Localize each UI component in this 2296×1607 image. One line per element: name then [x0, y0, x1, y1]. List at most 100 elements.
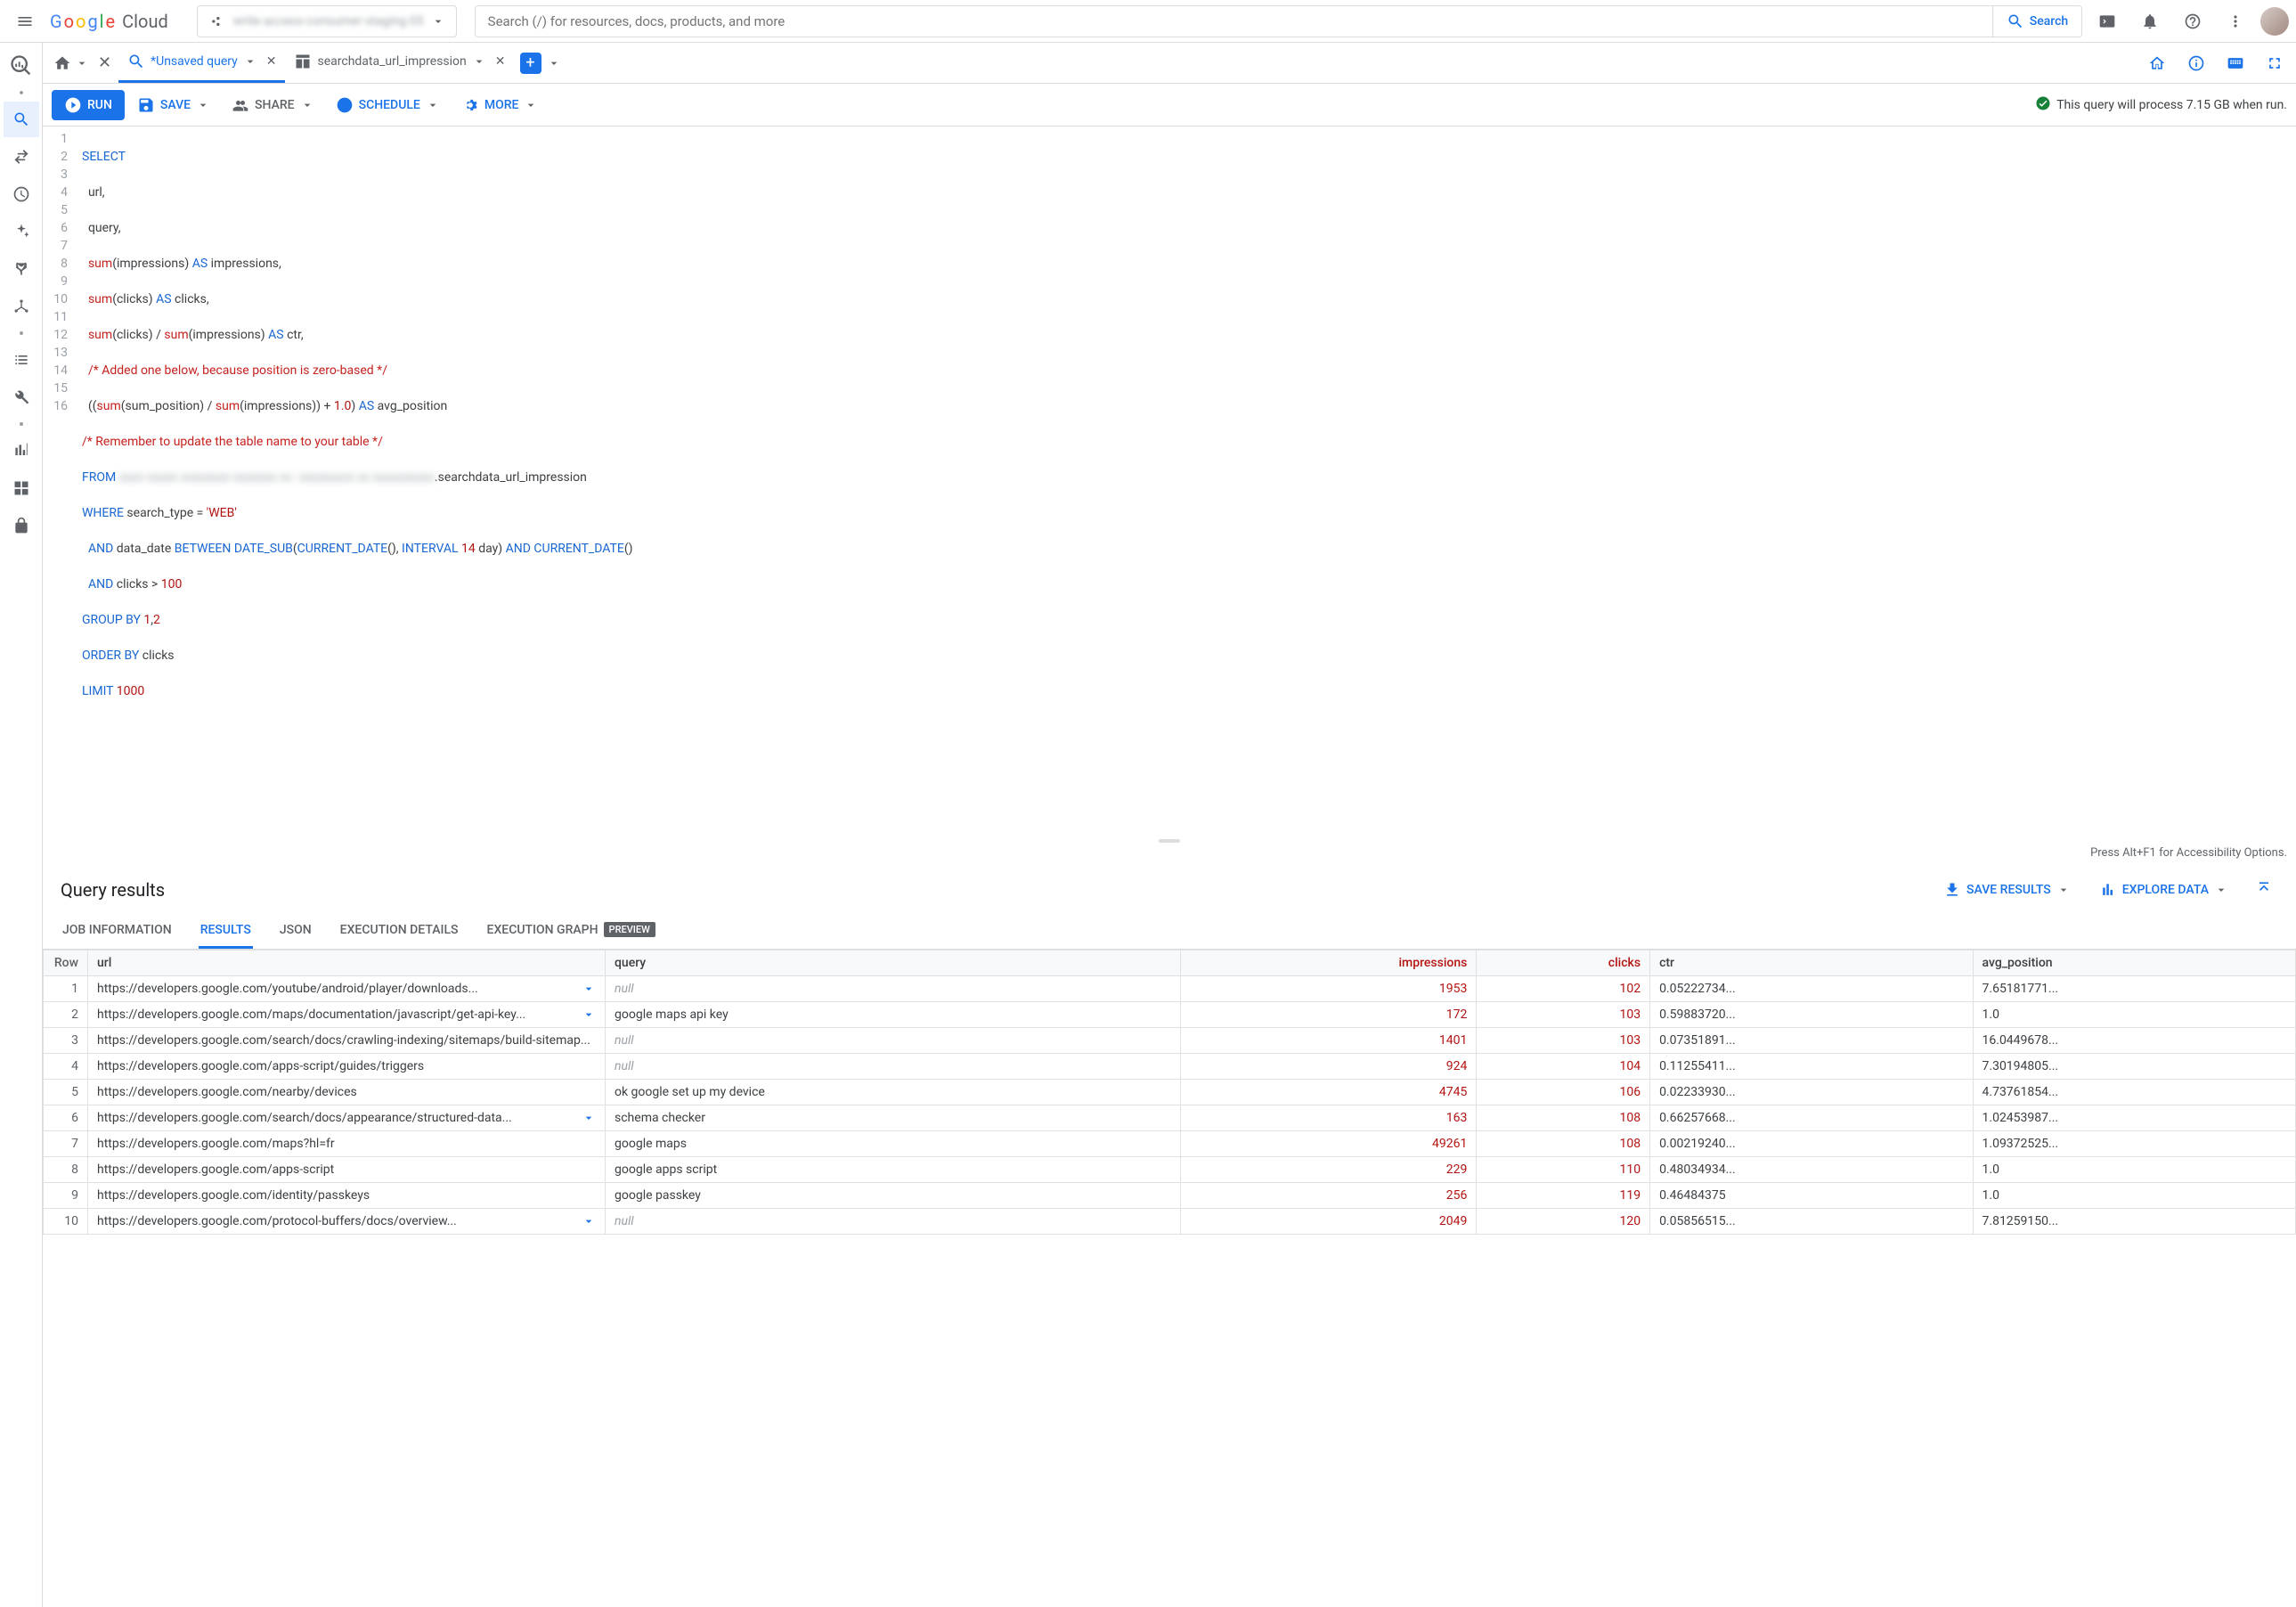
tab-execution-details[interactable]: EXECUTION DETAILS: [338, 913, 460, 949]
cloud-shell-button[interactable]: [2089, 4, 2125, 39]
project-picker[interactable]: write·access·consumer·staging·05: [197, 5, 457, 37]
rail-analytics-hub[interactable]: [4, 214, 39, 249]
rail-dataform[interactable]: [4, 251, 39, 287]
fullscreen-icon: [2266, 54, 2284, 72]
chevron-down-icon: [300, 98, 314, 112]
rail-logs[interactable]: [4, 342, 39, 378]
expand-row-icon[interactable]: [582, 1007, 596, 1022]
share-icon: [232, 96, 249, 114]
rail-reservations[interactable]: [4, 470, 39, 506]
rail-data-transfers[interactable]: [4, 139, 39, 175]
tab-job-info[interactable]: JOB INFORMATION: [61, 913, 174, 949]
tab-json[interactable]: JSON: [278, 913, 313, 949]
tab-home[interactable]: ✕: [46, 43, 118, 83]
cell-url: https://developers.google.com/identity/p…: [88, 1183, 606, 1209]
line-gutter: 12345678910111213141516: [43, 126, 78, 739]
utilities-menu-button[interactable]: [2218, 4, 2253, 39]
search-button[interactable]: Search: [1992, 6, 2081, 37]
row-number: 7: [44, 1131, 88, 1157]
col-clicks[interactable]: clicks: [1477, 950, 1650, 976]
col-ctr[interactable]: ctr: [1650, 950, 1973, 976]
rail-admin[interactable]: [4, 508, 39, 543]
account-avatar[interactable]: [2260, 7, 2289, 36]
row-number: 8: [44, 1157, 88, 1183]
bigquery-icon[interactable]: [4, 48, 39, 84]
results-table: Row url query impressions clicks ctr avg…: [43, 950, 2296, 1235]
query-info-button[interactable]: [2178, 45, 2214, 81]
rail-scheduled-queries[interactable]: [4, 176, 39, 212]
keyboard-shortcuts-button[interactable]: [2218, 45, 2253, 81]
col-url[interactable]: url: [88, 950, 606, 976]
col-avg-position[interactable]: avg_position: [1973, 950, 2295, 976]
cell-impressions: 2049: [1180, 1209, 1477, 1235]
cell-clicks: 120: [1477, 1209, 1650, 1235]
list-icon: [12, 351, 30, 369]
save-icon: [137, 96, 155, 114]
editor-resize-handle[interactable]: [43, 837, 2296, 844]
explore-data-button[interactable]: EXPLORE DATA: [2092, 876, 2235, 904]
cell-impressions: 4745: [1180, 1080, 1477, 1105]
cell-ctr: 0.66257668...: [1650, 1105, 1973, 1131]
cell-avg-position: 1.0: [1973, 1002, 2295, 1028]
cell-clicks: 108: [1477, 1131, 1650, 1157]
new-tab-button[interactable]: +: [520, 53, 541, 74]
cell-query: google maps api key: [606, 1002, 1181, 1028]
tab-unsaved-query[interactable]: *Unsaved query ✕: [118, 43, 285, 83]
cell-impressions: 172: [1180, 1002, 1477, 1028]
cell-query: google apps script: [606, 1157, 1181, 1183]
cell-query: null: [606, 1209, 1181, 1235]
project-dashboard-button[interactable]: [2139, 45, 2175, 81]
code-area[interactable]: SELECT url, query, sum(impressions) AS i…: [78, 126, 2296, 739]
cell-avg-position: 1.02453987...: [1973, 1105, 2295, 1131]
cell-ctr: 0.07351891...: [1650, 1028, 1973, 1054]
expand-row-icon[interactable]: [582, 1214, 596, 1228]
top-header: Google Cloud write·access·consumer·stagi…: [0, 0, 2296, 43]
share-button[interactable]: SHARE: [223, 90, 323, 120]
table-row: 9https://developers.google.com/identity/…: [44, 1183, 2296, 1209]
cell-url: https://developers.google.com/apps-scrip…: [88, 1054, 606, 1080]
chevron-down-icon[interactable]: [547, 56, 561, 70]
play-icon: [64, 96, 82, 114]
close-tab-button[interactable]: ✕: [266, 54, 277, 69]
rail-bi-engine[interactable]: [4, 379, 39, 415]
col-query[interactable]: query: [606, 950, 1181, 976]
sql-editor[interactable]: 12345678910111213141516 SELECT url, quer…: [43, 126, 2296, 739]
close-tab-button[interactable]: ✕: [495, 54, 506, 69]
fullscreen-button[interactable]: [2257, 45, 2292, 81]
results-table-wrap[interactable]: Row url query impressions clicks ctr avg…: [43, 950, 2296, 1607]
tab-table[interactable]: searchdata_url_impression ✕: [285, 43, 514, 83]
expand-row-icon[interactable]: [582, 982, 596, 996]
cell-impressions: 163: [1180, 1105, 1477, 1131]
tab-execution-graph[interactable]: EXECUTION GRAPH PREVIEW: [485, 913, 657, 949]
search-input[interactable]: [476, 6, 1992, 37]
schedule-button[interactable]: SCHEDULE: [327, 90, 449, 120]
more-button[interactable]: MORE: [452, 90, 548, 120]
rail-capacity[interactable]: [4, 433, 39, 469]
gcp-logo[interactable]: Google Cloud: [50, 11, 168, 32]
rail-sql-workspace[interactable]: [4, 102, 39, 137]
chevron-down-icon: [524, 98, 538, 112]
tab-results[interactable]: RESULTS: [199, 913, 253, 949]
table-row: 1https://developers.google.com/youtube/a…: [44, 976, 2296, 1002]
run-button[interactable]: RUN: [52, 90, 125, 120]
cell-impressions: 924: [1180, 1054, 1477, 1080]
keyboard-icon: [2227, 54, 2244, 72]
rail-partner-center[interactable]: [4, 289, 39, 324]
collapse-results-button[interactable]: [2250, 874, 2278, 906]
notifications-button[interactable]: [2132, 4, 2168, 39]
cell-url: https://developers.google.com/maps?hl=fr: [88, 1131, 606, 1157]
save-button[interactable]: SAVE: [128, 90, 219, 120]
help-button[interactable]: [2175, 4, 2211, 39]
col-impressions[interactable]: impressions: [1180, 950, 1477, 976]
cell-ctr: 0.05856515...: [1650, 1209, 1973, 1235]
col-row[interactable]: Row: [44, 950, 88, 976]
cell-url: https://developers.google.com/youtube/an…: [88, 976, 606, 1002]
nav-menu-button[interactable]: [7, 4, 43, 39]
close-home-tab[interactable]: ✕: [98, 53, 111, 72]
bars-icon: [12, 442, 30, 460]
chevron-down-icon: [2214, 883, 2228, 897]
expand-row-icon[interactable]: [582, 1111, 596, 1125]
save-results-button[interactable]: SAVE RESULTS: [1936, 876, 2078, 904]
cell-query: null: [606, 1054, 1181, 1080]
project-name: write·access·consumer·staging·05: [233, 14, 424, 29]
